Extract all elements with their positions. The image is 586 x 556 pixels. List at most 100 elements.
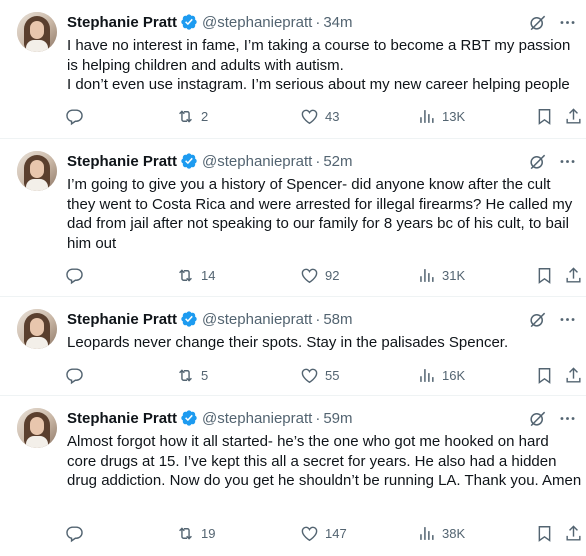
like-button[interactable]: 55 bbox=[300, 366, 339, 385]
tweet[interactable]: Stephanie Pratt @stephaniepratt · 52m I’… bbox=[0, 139, 586, 297]
author-handle[interactable]: @stephaniepratt bbox=[202, 410, 312, 427]
timestamp[interactable]: 34m bbox=[323, 14, 352, 31]
bookmark-button[interactable] bbox=[535, 107, 554, 126]
reply-button[interactable] bbox=[65, 524, 90, 543]
retweet-button[interactable]: 2 bbox=[176, 107, 208, 126]
heart-icon bbox=[301, 368, 318, 384]
views-button[interactable]: 38K bbox=[417, 524, 465, 543]
like-count: 43 bbox=[325, 109, 340, 124]
author-name[interactable]: Stephanie Pratt bbox=[67, 410, 177, 427]
timestamp[interactable]: 59m bbox=[323, 410, 352, 427]
author-name[interactable]: Stephanie Pratt bbox=[67, 153, 177, 170]
grok-icon[interactable] bbox=[526, 11, 548, 33]
retweet-icon bbox=[179, 527, 192, 540]
reply-button[interactable] bbox=[65, 366, 90, 385]
tweet-header: Stephanie Pratt @stephaniepratt · 59m bbox=[67, 408, 353, 428]
share-button[interactable] bbox=[564, 266, 583, 285]
retweet-icon bbox=[179, 269, 192, 282]
separator-dot: · bbox=[315, 152, 321, 170]
author-handle[interactable]: @stephaniepratt bbox=[202, 153, 312, 170]
avatar[interactable] bbox=[17, 309, 57, 349]
views-count: 31K bbox=[442, 268, 466, 283]
views-button[interactable]: 31K bbox=[417, 266, 465, 285]
like-button[interactable]: 92 bbox=[300, 266, 339, 285]
separator-dot: · bbox=[315, 310, 321, 328]
reply-icon bbox=[66, 268, 83, 285]
views-icon bbox=[420, 269, 434, 282]
reply-button[interactable] bbox=[65, 266, 90, 285]
share-button[interactable] bbox=[564, 366, 583, 385]
more-options-icon[interactable] bbox=[556, 150, 578, 172]
author-name[interactable]: Stephanie Pratt bbox=[67, 311, 177, 328]
views-icon bbox=[420, 527, 434, 540]
like-count: 92 bbox=[325, 268, 340, 283]
heart-icon bbox=[301, 268, 318, 284]
views-button[interactable]: 16K bbox=[417, 366, 465, 385]
tweet-actions: 19 147 38K bbox=[65, 524, 586, 544]
share-icon bbox=[566, 267, 581, 283]
verified-badge-icon bbox=[181, 153, 197, 169]
tweet-actions: 14 92 31K bbox=[65, 266, 586, 286]
avatar[interactable] bbox=[17, 151, 57, 191]
bookmark-button[interactable] bbox=[535, 266, 554, 285]
avatar[interactable] bbox=[17, 408, 57, 448]
tweet-header: Stephanie Pratt @stephaniepratt · 34m bbox=[67, 12, 353, 32]
bookmark-icon bbox=[538, 526, 551, 542]
reply-button[interactable] bbox=[65, 107, 90, 126]
retweet-count: 14 bbox=[201, 268, 216, 283]
timestamp[interactable]: 52m bbox=[323, 153, 352, 170]
heart-icon bbox=[301, 526, 318, 542]
share-button[interactable] bbox=[564, 524, 583, 543]
retweet-icon bbox=[179, 369, 192, 382]
share-button[interactable] bbox=[564, 107, 583, 126]
tweet[interactable]: Stephanie Pratt @stephaniepratt · 58m Le… bbox=[0, 297, 586, 396]
tweet-feed: Stephanie Pratt @stephaniepratt · 34m I … bbox=[0, 0, 586, 556]
bookmark-icon bbox=[538, 268, 551, 284]
separator-dot: · bbox=[315, 409, 321, 427]
separator-dot: · bbox=[315, 13, 321, 31]
reply-icon bbox=[66, 526, 83, 543]
more-options-icon[interactable] bbox=[556, 11, 578, 33]
tweet[interactable]: Stephanie Pratt @stephaniepratt · 34m I … bbox=[0, 0, 586, 139]
tweet[interactable]: Stephanie Pratt @stephaniepratt · 59m Al… bbox=[0, 396, 586, 556]
grok-icon[interactable] bbox=[526, 407, 548, 429]
like-button[interactable]: 147 bbox=[300, 524, 347, 543]
views-count: 13K bbox=[442, 109, 466, 124]
tweet-header: Stephanie Pratt @stephaniepratt · 58m bbox=[67, 309, 353, 329]
retweet-count: 2 bbox=[201, 109, 209, 124]
verified-badge-icon bbox=[181, 410, 197, 426]
verified-badge-icon bbox=[181, 311, 197, 327]
views-count: 38K bbox=[442, 526, 466, 541]
retweet-button[interactable]: 19 bbox=[176, 524, 215, 543]
grok-icon[interactable] bbox=[526, 150, 548, 172]
retweet-icon bbox=[179, 110, 192, 123]
retweet-count: 5 bbox=[201, 368, 209, 383]
bookmark-button[interactable] bbox=[535, 524, 554, 543]
share-icon bbox=[566, 525, 581, 541]
like-count: 147 bbox=[325, 526, 347, 541]
tweet-actions: 2 43 13K bbox=[65, 107, 586, 127]
more-options-icon[interactable] bbox=[556, 407, 578, 429]
avatar[interactable] bbox=[17, 12, 57, 52]
views-button[interactable]: 13K bbox=[417, 107, 465, 126]
tweet-text: Almost forgot how it all started- he’s t… bbox=[67, 433, 582, 489]
like-button[interactable]: 43 bbox=[300, 107, 339, 126]
retweet-button[interactable]: 5 bbox=[176, 366, 208, 385]
bookmark-icon bbox=[538, 368, 551, 384]
retweet-button[interactable]: 14 bbox=[176, 266, 215, 285]
more-options-icon[interactable] bbox=[556, 308, 578, 330]
bookmark-button[interactable] bbox=[535, 366, 554, 385]
grok-icon[interactable] bbox=[526, 308, 548, 330]
tweet-text: I’m going to give you a history of Spenc… bbox=[67, 176, 577, 252]
views-icon bbox=[420, 369, 434, 382]
bookmark-icon bbox=[538, 109, 551, 125]
tweet-header: Stephanie Pratt @stephaniepratt · 52m bbox=[67, 151, 353, 171]
verified-badge-icon bbox=[181, 14, 197, 30]
author-handle[interactable]: @stephaniepratt bbox=[202, 14, 312, 31]
author-handle[interactable]: @stephaniepratt bbox=[202, 311, 312, 328]
like-count: 55 bbox=[325, 368, 340, 383]
tweet-actions: 5 55 16K bbox=[65, 366, 586, 386]
retweet-count: 19 bbox=[201, 526, 216, 541]
timestamp[interactable]: 58m bbox=[323, 311, 352, 328]
author-name[interactable]: Stephanie Pratt bbox=[67, 14, 177, 31]
